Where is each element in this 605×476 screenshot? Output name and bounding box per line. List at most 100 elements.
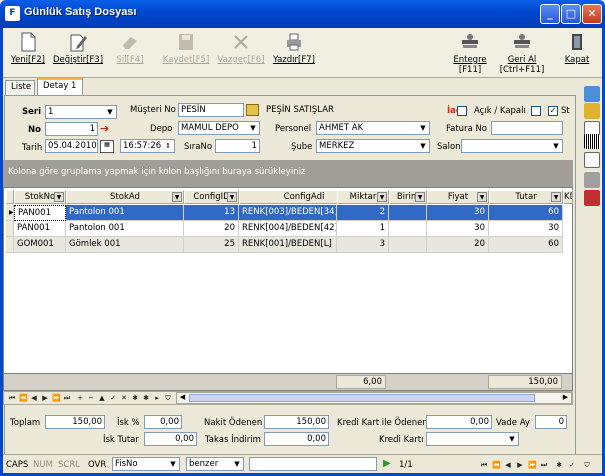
col-header-fiyat[interactable]: Fiyat ▼: [427, 190, 489, 204]
scroll-left-icon[interactable]: ◀: [177, 393, 188, 403]
search-go-icon[interactable]: ▶: [383, 458, 391, 469]
iade-checkbox[interactable]: [457, 106, 467, 116]
cell-configadi[interactable]: RENK[003]/BEDEN[34]: [239, 205, 337, 221]
cell-fiyat[interactable]: 30: [427, 221, 489, 237]
cell-configid[interactable]: 20: [184, 221, 239, 237]
next-number-icon[interactable]: ➔: [100, 122, 115, 136]
bookmark-icon[interactable]: ✱: [142, 393, 150, 403]
col-header-stokad[interactable]: StokAd ▼: [66, 190, 184, 204]
first-record-icon[interactable]: ⏮: [8, 393, 16, 403]
search-input[interactable]: [249, 457, 377, 471]
group-by-area[interactable]: Kolona göre gruplama yapmak için kolon b…: [3, 160, 573, 187]
scroll-right-icon[interactable]: ▶: [560, 393, 571, 403]
status-bookmark-icon[interactable]: ✱: [555, 460, 563, 470]
cell-configid[interactable]: 25: [184, 237, 239, 253]
salon-select[interactable]: ▼: [461, 139, 563, 153]
cell-tutar[interactable]: 60: [489, 205, 563, 221]
delete-record-icon[interactable]: −: [87, 393, 95, 403]
musteri-input[interactable]: PESİN: [178, 103, 244, 117]
filter-icon[interactable]: ▼: [54, 192, 64, 202]
cell-miktar[interactable]: 1: [337, 221, 389, 237]
vade-input[interactable]: 0: [535, 415, 567, 429]
tarih-input[interactable]: 05.04.2010: [45, 139, 98, 153]
status-next-icon[interactable]: ▶: [516, 460, 524, 470]
last-record-icon[interactable]: ⏭: [63, 393, 71, 403]
cell-configid[interactable]: 13: [184, 205, 239, 221]
side-refresh-icon[interactable]: [584, 86, 600, 102]
save-button[interactable]: Kaydet[F5]: [160, 32, 212, 74]
filter-icon[interactable]: ▼: [551, 192, 561, 202]
cancel-record-icon[interactable]: ✕: [120, 393, 128, 403]
minimize-button[interactable]: _: [540, 4, 560, 24]
col-header-birim[interactable]: Birim ▼: [389, 190, 427, 204]
post-record-icon[interactable]: ✓: [109, 393, 117, 403]
sube-select[interactable]: MERKEZ ▼: [316, 139, 430, 153]
status-next-page-icon[interactable]: ⏩: [528, 460, 537, 470]
prev-record-icon[interactable]: ◀: [30, 393, 38, 403]
cell-birim[interactable]: [389, 237, 427, 253]
fatura-input[interactable]: [491, 121, 563, 135]
barcode-icon[interactable]: [584, 134, 600, 149]
refresh-icon[interactable]: ✱: [131, 393, 139, 403]
filter-icon[interactable]: ▼: [227, 192, 237, 202]
goto-bookmark-icon[interactable]: ▸: [153, 393, 161, 403]
cell-miktar[interactable]: 2: [337, 205, 389, 221]
next-record-icon[interactable]: ▶: [41, 393, 49, 403]
cell-stokno[interactable]: PAN001: [14, 205, 66, 221]
status-last-icon[interactable]: ⏭: [540, 460, 548, 470]
kredi-karti-select[interactable]: ▼: [426, 432, 519, 446]
delete-button[interactable]: Sil[F4]: [112, 32, 148, 74]
cell-tutar[interactable]: 30: [489, 221, 563, 237]
filter-funnel-icon[interactable]: ⛉: [164, 393, 172, 403]
sira-input[interactable]: 1: [215, 139, 260, 153]
st-checkbox[interactable]: ✓: [548, 106, 558, 116]
acik-kapali-checkbox[interactable]: [531, 106, 541, 116]
side-tag-icon[interactable]: [584, 190, 600, 206]
cell-stokno[interactable]: PAN001: [14, 221, 66, 237]
edit-record-icon[interactable]: ▲: [98, 393, 106, 403]
isk-input[interactable]: 0,00: [144, 415, 182, 429]
rollback-button[interactable]: Geri Al [Ctrl+F11]: [496, 32, 548, 75]
personel-select[interactable]: AHMET AK ▼: [316, 121, 430, 135]
col-header-miktar[interactable]: Miktar ▼: [337, 190, 389, 204]
new-button[interactable]: Yeni[F2]: [8, 32, 48, 74]
tab-liste[interactable]: Liste: [5, 80, 35, 95]
horizontal-scrollbar[interactable]: ◀ ▶: [176, 392, 572, 404]
status-check-icon[interactable]: ✓: [568, 460, 576, 470]
takas-input[interactable]: 0,00: [264, 432, 329, 446]
side-tool-icon[interactable]: [584, 172, 600, 188]
edit-button[interactable]: Değiştir[F3]: [52, 32, 104, 74]
cell-miktar[interactable]: 3: [337, 237, 389, 253]
cell-tutar[interactable]: 60: [489, 237, 563, 253]
close-window-button[interactable]: ✕: [582, 4, 602, 24]
maximize-button[interactable]: □: [561, 4, 581, 24]
close-button[interactable]: Kapat: [560, 32, 594, 74]
filter-icon[interactable]: ▼: [415, 192, 425, 202]
status-first-icon[interactable]: ⏮: [480, 460, 488, 470]
cell-configadi[interactable]: RENK[004]/BEDEN[42]: [239, 221, 337, 237]
filter-icon[interactable]: ▼: [477, 192, 487, 202]
col-header-tutar[interactable]: Tutar ▼: [489, 190, 563, 204]
side-copy-icon[interactable]: [584, 103, 600, 119]
nakit-input[interactable]: 150,00: [264, 415, 329, 429]
status-prev-page-icon[interactable]: ⏪: [492, 460, 501, 470]
prev-page-icon[interactable]: ⏪: [19, 393, 28, 403]
cell-fiyat[interactable]: 20: [427, 237, 489, 253]
integrate-button[interactable]: Entegre [F11]: [447, 32, 493, 75]
status-prev-icon[interactable]: ◀: [504, 460, 512, 470]
saat-input[interactable]: 16:57:26 ⇕: [120, 139, 175, 153]
calendar-icon[interactable]: ▦: [100, 140, 114, 153]
cell-stokad[interactable]: Gömlek 001: [66, 237, 184, 253]
col-header-stokno[interactable]: StokNo ▼: [14, 190, 66, 204]
search-mode-select[interactable]: benzer ▼: [186, 457, 244, 471]
side-doc-icon[interactable]: [584, 152, 600, 168]
kk-input[interactable]: 0,00: [426, 415, 492, 429]
table-row[interactable]: GOM001 Gömlek 001 25 RENK[001]/BEDEN[L] …: [6, 237, 563, 253]
cell-fiyat[interactable]: 30: [427, 205, 489, 221]
table-row[interactable]: ▶ PAN001 Pantolon 001 13 RENK[003]/BEDEN…: [6, 205, 563, 221]
cell-configadi[interactable]: RENK[001]/BEDEN[L]: [239, 237, 337, 253]
cell-stokad[interactable]: Pantolon 001: [66, 205, 184, 221]
filter-icon[interactable]: ▼: [172, 192, 182, 202]
cell-stokno[interactable]: GOM001: [14, 237, 66, 253]
scroll-thumb[interactable]: [189, 394, 535, 402]
